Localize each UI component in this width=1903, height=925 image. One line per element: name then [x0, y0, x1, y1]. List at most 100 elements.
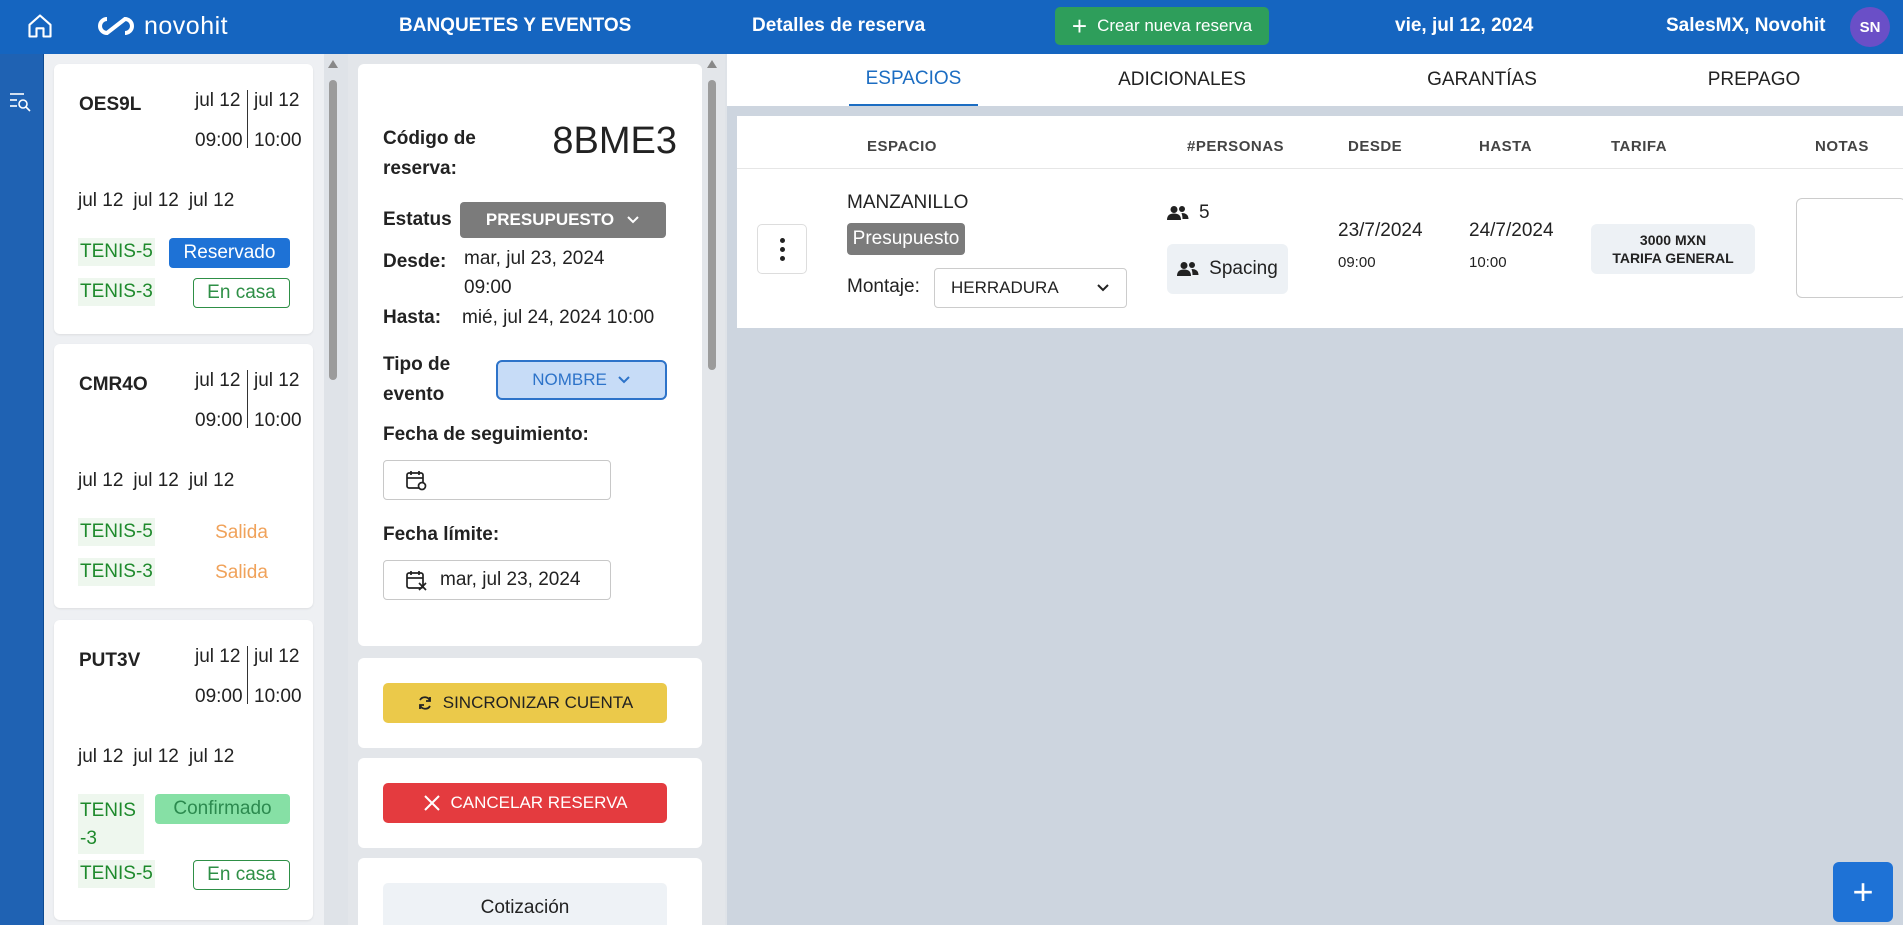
status-select[interactable]: PRESUPUESTO	[460, 202, 666, 238]
column-header: #PERSONAS	[1187, 138, 1285, 155]
reservation-card[interactable]: PUT3V jul 12 jul 12 09:00 10:00 jul 12 ju…	[54, 620, 313, 920]
followup-date-input[interactable]	[383, 460, 611, 500]
card-date-to: jul 12	[254, 370, 300, 391]
deadline-label: Fecha límite:	[383, 524, 500, 545]
to-time: 10:00	[1469, 254, 1507, 271]
card-court-row: TENIS-3 Salida	[78, 558, 290, 588]
status-badge: Confirmado	[155, 794, 290, 824]
space-name: MANZANILLO	[847, 192, 969, 213]
avatar[interactable]: SN	[1850, 7, 1890, 47]
main-content: ESPACIOS ADICIONALES GARANTÍAS PREPAGO E…	[727, 54, 1903, 925]
court-label: TENIS-5	[78, 860, 155, 888]
rate-chip[interactable]: 3000 MXN TARIFA GENERAL	[1591, 224, 1755, 274]
court-label: TENIS-5	[78, 238, 155, 266]
montaje-value: HERRADURA	[951, 278, 1059, 297]
to-cell: 24/7/2024 10:00	[1469, 220, 1554, 271]
card-court-row: TENIS-3 En casa	[78, 278, 290, 308]
quote-button[interactable]: Cotización	[383, 883, 667, 925]
detail-scrollbar[interactable]	[707, 60, 717, 925]
scroll-up-icon[interactable]	[328, 60, 338, 68]
card-court-row: TENIS-5 En casa	[78, 860, 290, 890]
status-badge: En casa	[193, 860, 290, 890]
column-header: DESDE	[1348, 138, 1403, 155]
status-badge: En casa	[193, 278, 290, 308]
status-badge: Salida	[215, 562, 268, 583]
card-date-from: jul 12	[195, 646, 241, 667]
tab-adicionales[interactable]: ADICIONALES	[1107, 54, 1257, 106]
to-date: 24/7/2024	[1469, 220, 1554, 241]
more-vertical-icon	[779, 237, 785, 243]
card-date-row: jul 12 jul 12 jul 12	[78, 470, 235, 491]
chevron-down-icon	[618, 376, 630, 384]
card-court-row: TENIS-5 Reservado	[78, 238, 290, 268]
scroll-thumb[interactable]	[708, 80, 716, 370]
create-reservation-button[interactable]: + Crear nueva reserva	[1055, 7, 1269, 45]
persons-count: 5	[1167, 202, 1210, 224]
cancel-reservation-button[interactable]: CANCELAR RESERVA	[383, 783, 667, 823]
scroll-thumb[interactable]	[329, 80, 337, 380]
people-icon	[1167, 206, 1189, 220]
search-list-icon[interactable]	[8, 90, 32, 112]
rate-amount: 3000 MXN	[1639, 232, 1707, 248]
tab-prepago[interactable]: PREPAGO	[1679, 54, 1829, 106]
court-label: TENIS-5	[78, 518, 155, 546]
reservation-code-value: 8BME3	[552, 120, 677, 162]
card-date-row: jul 12 jul 12 jul 12	[78, 190, 235, 211]
event-type-label: Tipo de evento	[383, 354, 451, 405]
from-value: mar, jul 23, 2024 09:00	[464, 248, 605, 298]
cancel-panel: CANCELAR RESERVA	[358, 758, 702, 848]
followup-date-label: Fecha de seguimiento:	[383, 424, 589, 445]
home-icon[interactable]	[26, 12, 54, 40]
calendar-x-icon	[406, 571, 427, 591]
card-court-row: TENIS-5 Salida	[78, 518, 290, 548]
tab-bar: ESPACIOS ADICIONALES GARANTÍAS PREPAGO	[727, 54, 1903, 106]
notes-field[interactable]	[1796, 198, 1903, 298]
rate-name: TARIFA GENERAL	[1612, 250, 1734, 266]
reservation-list-scrollbar[interactable]	[328, 60, 338, 925]
deadline-date-input[interactable]: mar, jul 23, 2024	[383, 560, 611, 600]
code-label: Código de reserva:	[383, 128, 476, 179]
spacing-button[interactable]: Spacing	[1167, 244, 1288, 294]
reservation-code: CMR4O	[79, 374, 148, 395]
event-type-value: NOMBRE	[532, 370, 607, 389]
spacing-label: Spacing	[1209, 258, 1278, 279]
court-label: TENIS-3	[78, 278, 155, 306]
card-time-to: 10:00	[254, 686, 302, 707]
to-value: mié, jul 24, 2024 10:00	[462, 307, 655, 328]
status-badge: Salida	[215, 522, 268, 543]
column-header: HASTA	[1479, 138, 1533, 155]
tab-espacios[interactable]: ESPACIOS	[849, 54, 978, 106]
montaje-select[interactable]: HERRADURA	[934, 268, 1127, 308]
sync-icon	[418, 696, 431, 710]
sync-account-button[interactable]: SINCRONIZAR CUENTA	[383, 683, 667, 723]
space-status-badge: Presupuesto	[847, 223, 965, 255]
card-dates: jul 12 jul 12 09:00 10:00	[192, 86, 306, 151]
from-date: 23/7/2024	[1338, 220, 1423, 241]
reservation-card[interactable]: OES9L jul 12 jul 12 09:00 10:00 jul 12 ju…	[54, 64, 313, 334]
brand-logo[interactable]: novohit	[98, 10, 228, 42]
user-name[interactable]: SalesMX, Novohit	[1666, 15, 1825, 37]
persons-value: 5	[1199, 202, 1210, 223]
reservation-code: PUT3V	[79, 650, 141, 671]
brand-name: novohit	[144, 11, 229, 40]
add-space-button[interactable]: +	[1833, 862, 1893, 922]
tab-garantias[interactable]: GARANTÍAS	[1407, 54, 1557, 106]
from-label: Desde:	[383, 251, 447, 272]
sync-account-label: SINCRONIZAR CUENTA	[442, 693, 634, 712]
card-time-to: 10:00	[254, 410, 302, 431]
to-label: Hasta:	[383, 307, 442, 328]
card-date-from: jul 12	[195, 90, 241, 111]
module-title[interactable]: BANQUETES Y EVENTOS	[399, 15, 631, 37]
reservation-card[interactable]: CMR4O jul 12 jul 12 09:00 10:00 jul 12 ju…	[54, 344, 313, 608]
event-type-select[interactable]: NOMBRE	[496, 360, 667, 400]
court-label: TENIS-3	[78, 794, 144, 854]
reservation-code: OES9L	[79, 94, 142, 115]
current-date: vie, jul 12, 2024	[1395, 15, 1534, 36]
scroll-up-icon[interactable]	[707, 60, 717, 68]
row-menu-button[interactable]	[757, 224, 807, 274]
card-time-to: 10:00	[254, 130, 302, 151]
create-reservation-label: Crear nueva reserva	[1097, 16, 1253, 35]
chevron-down-icon	[1097, 284, 1109, 292]
montaje-label: Montaje:	[847, 276, 920, 297]
plus-icon: +	[1852, 871, 1874, 912]
